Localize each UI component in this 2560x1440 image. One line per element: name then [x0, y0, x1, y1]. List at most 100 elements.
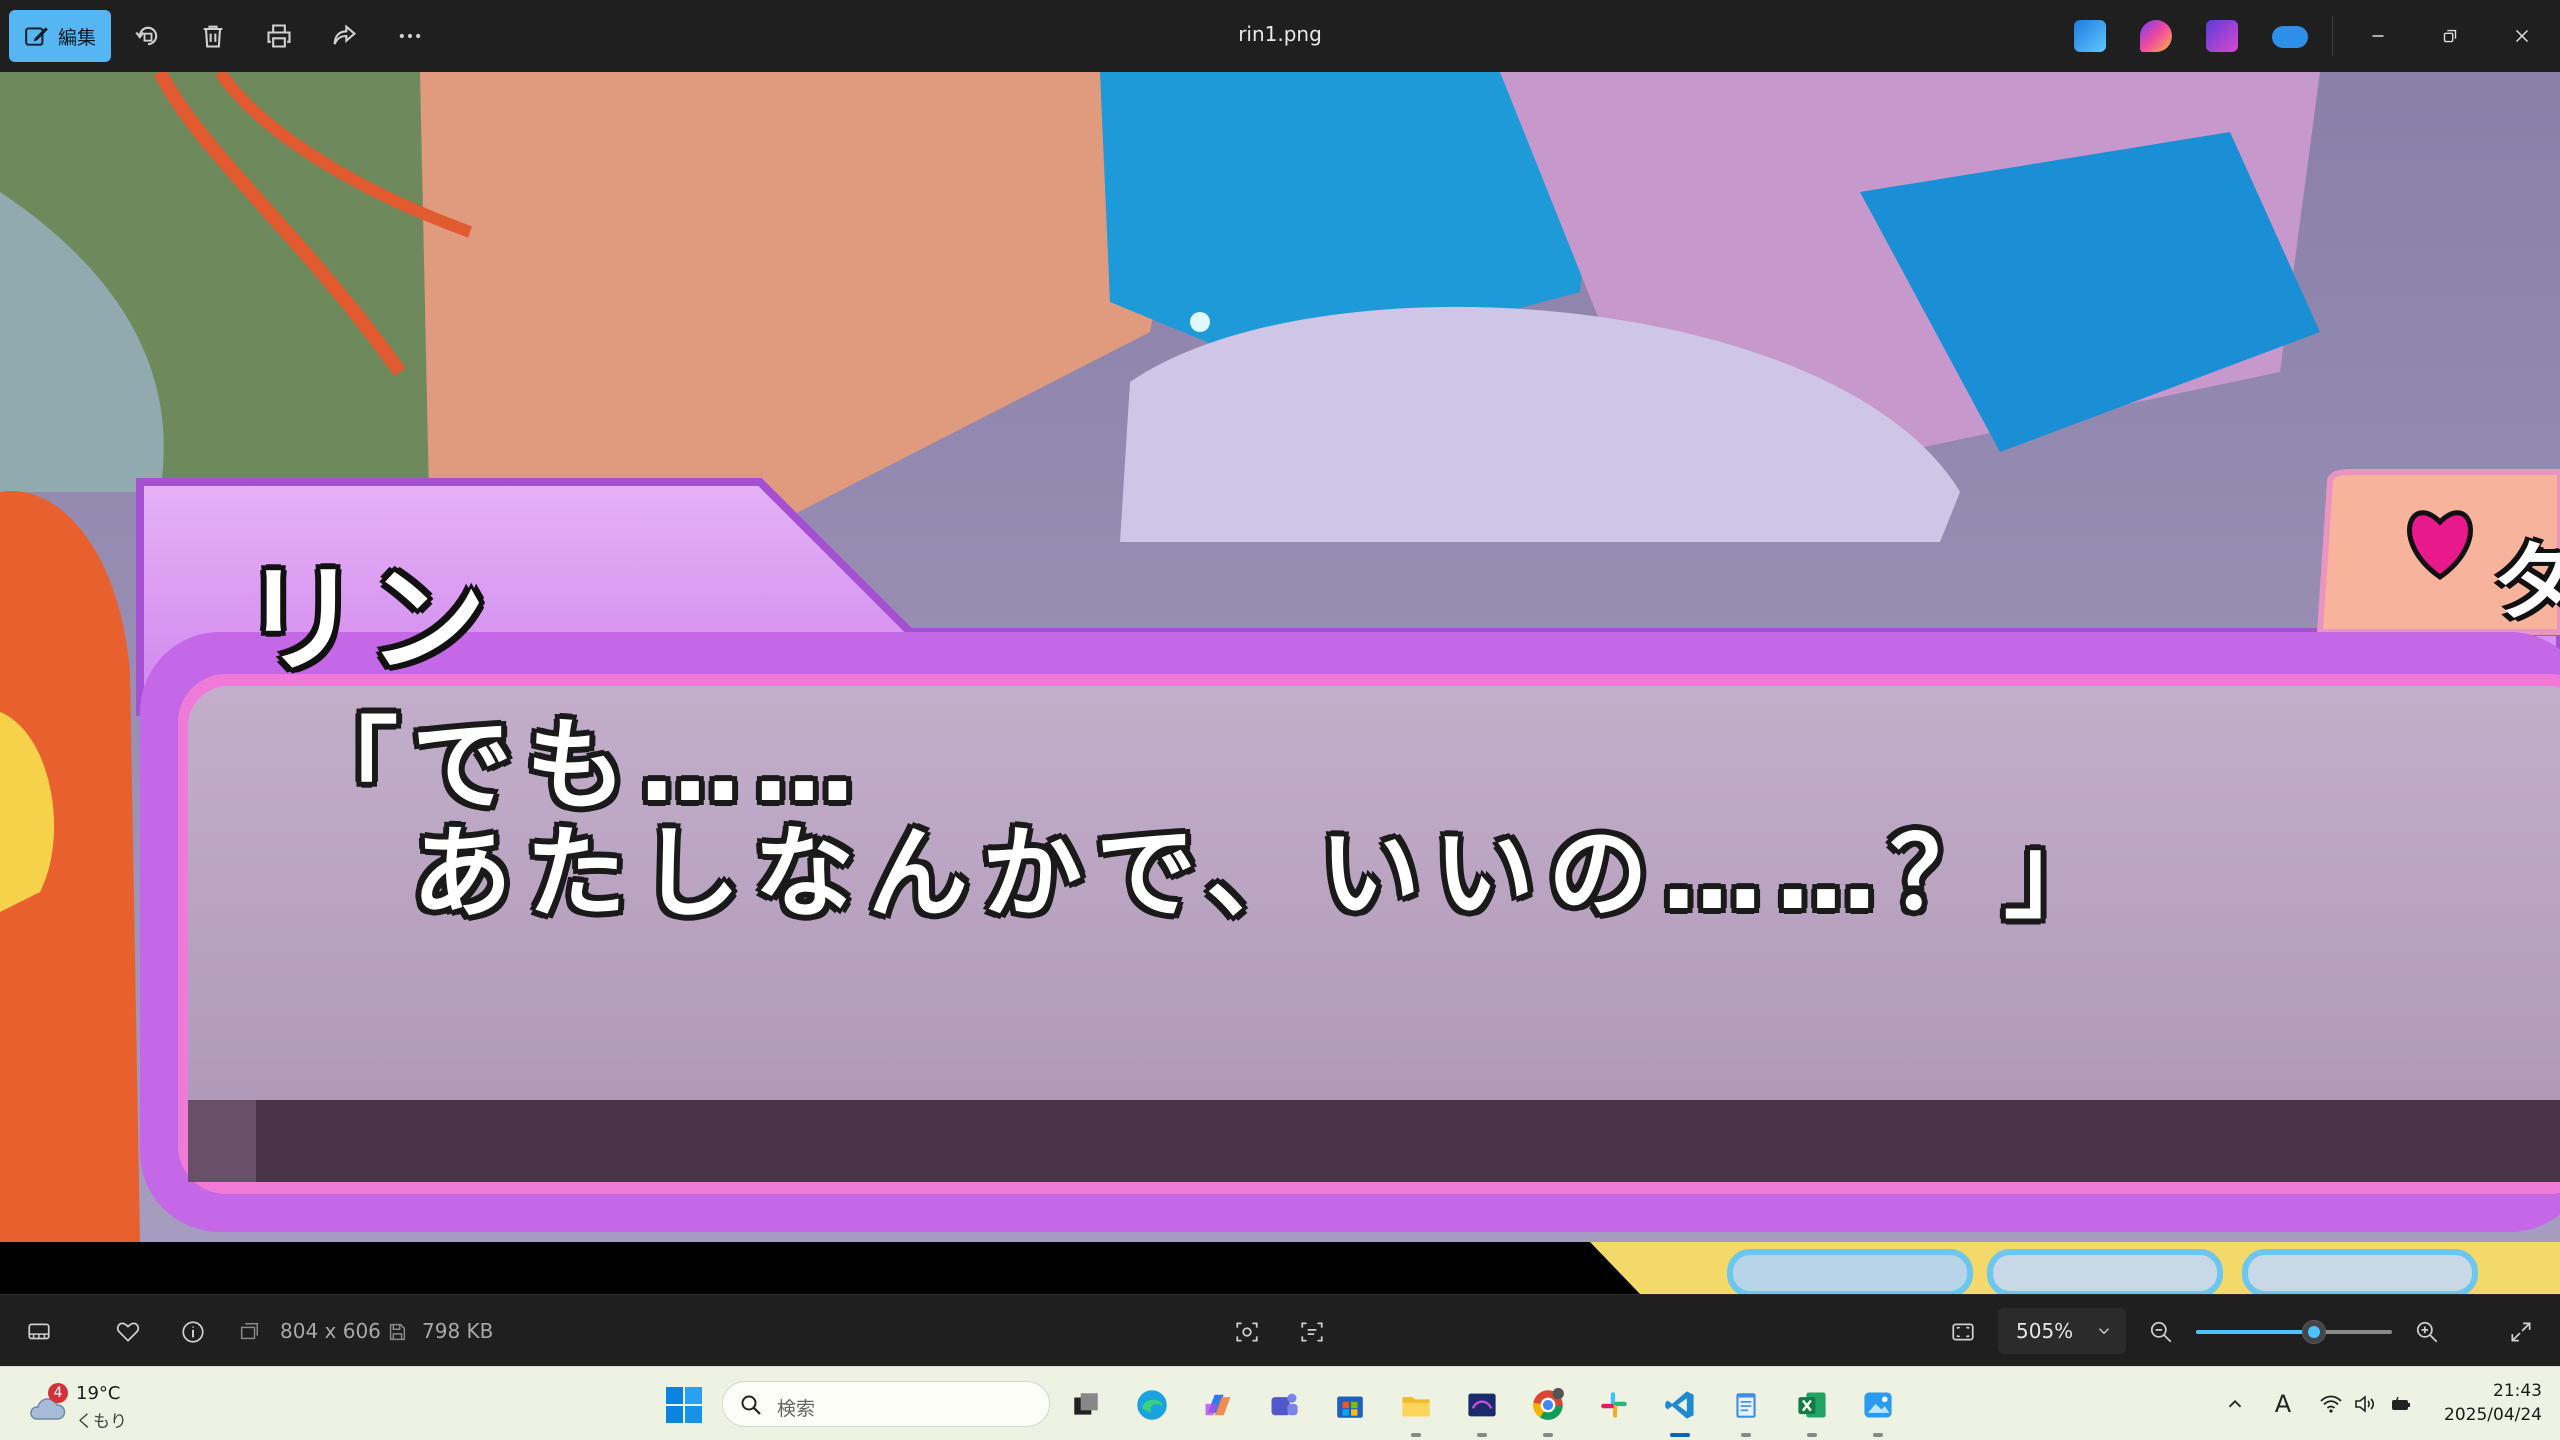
- file-info-button[interactable]: [176, 1315, 210, 1349]
- expand-icon: [2511, 1322, 2531, 1342]
- photos-icon: [1864, 1392, 1892, 1418]
- info-bar: 804 x 606 798 KB 505%: [0, 1294, 2560, 1366]
- ime-indicator[interactable]: A: [2268, 1389, 2298, 1419]
- more-icon: [399, 33, 421, 39]
- system-clock[interactable]: 21:43 2025/04/24: [2436, 1379, 2542, 1427]
- fit-to-window-button[interactable]: [1946, 1315, 1980, 1349]
- zoom-slider[interactable]: [2196, 1320, 2392, 1344]
- image-viewport[interactable]: リン 「でも…… あたしなんかで、いいの……？」 タ: [0, 72, 2560, 1294]
- zoom-out-button[interactable]: [2144, 1315, 2178, 1349]
- edit-image-icon: [25, 27, 48, 46]
- edit-button[interactable]: 編集: [9, 10, 111, 62]
- taskbar-slack[interactable]: [1592, 1383, 1636, 1427]
- filmstrip-button[interactable]: [22, 1315, 56, 1349]
- paint-cocreator-icon[interactable]: [2140, 20, 2172, 52]
- weather-temperature: 19°C: [76, 1383, 121, 1404]
- slack-icon: [1601, 1392, 1627, 1418]
- onedrive-icon[interactable]: [2272, 26, 2308, 48]
- battery-icon: [2392, 1396, 2410, 1410]
- speaker-name: リン: [242, 551, 495, 689]
- zoom-in-icon: [2416, 1321, 2438, 1343]
- clipchamp-icon[interactable]: [2206, 20, 2238, 52]
- zoom-level-dropdown[interactable]: 505%: [1998, 1308, 2126, 1354]
- edit-label: 編集: [57, 26, 96, 49]
- designer-app-icon[interactable]: [2074, 20, 2106, 52]
- speaker-icon: [2355, 1395, 2375, 1413]
- taskbar-photos[interactable]: [1856, 1383, 1900, 1437]
- share-icon: [333, 24, 357, 45]
- close-button[interactable]: [2500, 14, 2544, 58]
- zoom-slider-thumb[interactable]: [2302, 1320, 2326, 1344]
- delete-button[interactable]: [193, 16, 233, 56]
- wifi-status[interactable]: [2316, 1389, 2346, 1419]
- taskbar-copilot[interactable]: [1196, 1383, 1240, 1427]
- excel-icon: [1798, 1392, 1826, 1418]
- side-tab-label: タ: [2492, 533, 2560, 633]
- running-indicator: [1741, 1433, 1751, 1437]
- dialogue-text: 「でも…… あたしなんかで、いいの……？」: [298, 707, 2118, 932]
- store-icon: [1337, 1396, 1363, 1418]
- vscode-icon: [1665, 1391, 1694, 1419]
- more-options-button[interactable]: [390, 16, 430, 56]
- clock-date: 2025/04/24: [2444, 1405, 2542, 1425]
- clock-time: 21:43: [2493, 1381, 2542, 1401]
- minimize-icon: [2372, 35, 2384, 37]
- taskbar-teams[interactable]: [1262, 1383, 1306, 1427]
- taskbar-search-box[interactable]: 検索: [722, 1381, 1050, 1427]
- rotate-button[interactable]: [128, 16, 168, 56]
- zoom-level-value: 505%: [2016, 1319, 2074, 1343]
- start-button[interactable]: [664, 1385, 704, 1425]
- text-scan-button[interactable]: [1295, 1315, 1329, 1349]
- print-button[interactable]: [259, 16, 299, 56]
- text-scan-icon: [1301, 1322, 1323, 1342]
- fullscreen-button[interactable]: [2504, 1315, 2538, 1349]
- taskbar: 4 19°C くもり 検索 A 21:43 2025/04/24: [0, 1366, 2560, 1440]
- search-icon: [741, 1395, 761, 1415]
- taskbar-store[interactable]: [1328, 1383, 1372, 1427]
- filmstrip-icon: [28, 1323, 50, 1340]
- app-window-icon: [1468, 1393, 1496, 1417]
- file-size-icon: [386, 1315, 408, 1349]
- windows-logo-icon: [666, 1387, 702, 1423]
- edge-browser-icon: [1137, 1390, 1167, 1420]
- weather-condition: くもり: [76, 1412, 127, 1432]
- title-bar: 編集 rin1.png: [0, 0, 2560, 72]
- file-size: 798 KB: [422, 1319, 494, 1343]
- battery-status[interactable]: [2386, 1389, 2416, 1419]
- taskbar-chrome[interactable]: [1526, 1383, 1570, 1437]
- fit-window-icon: [1952, 1323, 1974, 1341]
- weather-widget[interactable]: 4 19°C くもり: [22, 1375, 132, 1433]
- window-title: rin1.png: [1238, 22, 1322, 46]
- share-button[interactable]: [324, 16, 364, 56]
- task-view-button[interactable]: [1064, 1383, 1108, 1427]
- taskbar-edge[interactable]: [1130, 1383, 1174, 1427]
- folder-icon: [1402, 1397, 1430, 1417]
- volume-status[interactable]: [2350, 1389, 2380, 1419]
- taskbar-app-window[interactable]: [1460, 1383, 1504, 1437]
- favorite-button[interactable]: [111, 1315, 145, 1349]
- taskbar-excel[interactable]: [1790, 1383, 1834, 1437]
- image-dimensions: 804 x 606: [280, 1319, 381, 1343]
- chevron-up-icon: [2228, 1399, 2242, 1408]
- minimize-button[interactable]: [2356, 14, 2400, 58]
- running-indicator: [1873, 1433, 1883, 1437]
- zoom-in-button[interactable]: [2410, 1315, 2444, 1349]
- chrome-icon: [1533, 1388, 1564, 1420]
- copilot-icon: [1205, 1394, 1231, 1416]
- zoom-slider-fill: [2196, 1330, 2314, 1334]
- taskbar-file-explorer[interactable]: [1394, 1383, 1438, 1437]
- teams-icon: [1271, 1393, 1298, 1416]
- close-icon: [2515, 29, 2529, 43]
- restore-icon: [2443, 29, 2457, 43]
- trash-icon: [203, 25, 223, 48]
- info-icon: [182, 1321, 204, 1343]
- taskbar-vscode[interactable]: [1658, 1383, 1702, 1437]
- show-hidden-icons-button[interactable]: [2220, 1389, 2250, 1419]
- running-indicator: [1807, 1433, 1817, 1437]
- restore-button[interactable]: [2428, 14, 2472, 58]
- running-indicator: [1670, 1433, 1690, 1437]
- visual-search-button[interactable]: [1230, 1315, 1264, 1349]
- dimensions-icon: [238, 1315, 260, 1349]
- print-icon: [267, 24, 291, 48]
- taskbar-notepad[interactable]: [1724, 1383, 1768, 1437]
